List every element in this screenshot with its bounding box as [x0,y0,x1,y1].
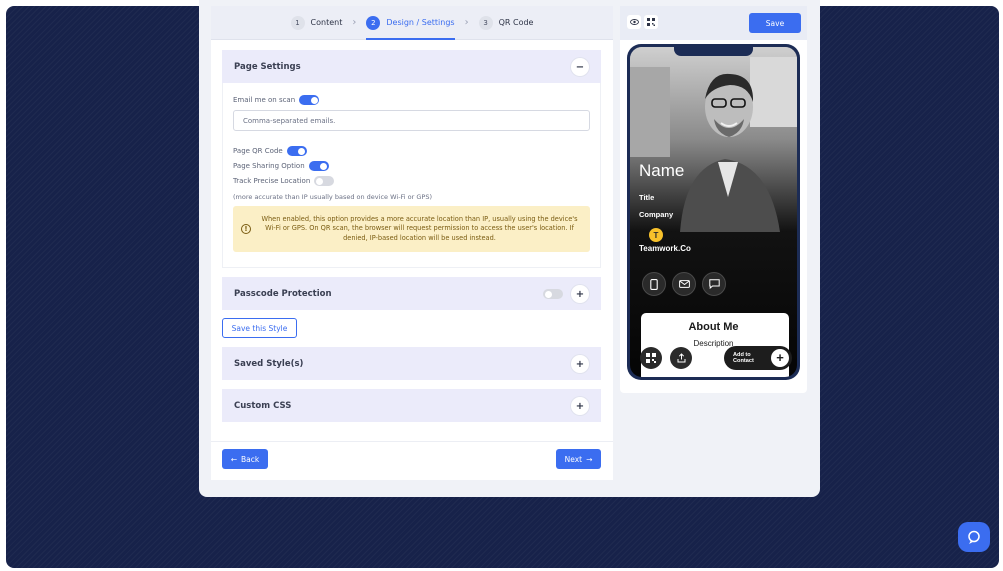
eye-icon[interactable] [627,15,641,29]
phone-notch [674,47,753,56]
profile-photo [630,47,797,232]
add-to-contact-label: Add to Contact [733,352,754,365]
page-sharing-label: Page Sharing Option [233,162,305,170]
info-icon: ! [241,224,251,234]
back-label: Back [241,454,260,464]
save-button[interactable]: Save [749,13,801,33]
phone-preview: Name Title Company T Teamwork.Co About M… [627,44,800,380]
chat-support-button[interactable] [958,522,990,552]
save-style-button[interactable]: Save this Style [222,318,297,338]
step-content[interactable]: 1 Content [290,6,343,40]
step-qr-code[interactable]: 3 QR Code [478,6,534,40]
location-alert: ! When enabled, this option provides a m… [233,206,590,252]
page-qr-code-toggle[interactable] [286,146,307,156]
alert-text: When enabled, this option provides a mor… [261,214,578,242]
preview-brand: Teamwork.Co [639,244,691,253]
page-sharing-toggle[interactable] [308,161,329,171]
page-settings-header[interactable]: Page Settings − [222,50,601,83]
page-sharing-row: Page Sharing Option [233,161,329,171]
next-label: Next [564,454,583,464]
qr-code-icon[interactable] [644,15,658,29]
stepper: 1 Content › 2 Design / Settings › 3 QR C… [211,6,613,40]
back-button[interactable]: ← Back [222,449,268,469]
email-me-on-scan-label: Email me on scan [233,96,296,104]
email-me-on-scan-row: Email me on scan [233,95,320,105]
saved-styles-header[interactable]: Saved Style(s) + [222,347,601,380]
passcode-header[interactable]: Passcode Protection + [222,277,601,310]
mail-icon[interactable] [672,272,696,296]
add-to-contact-line2: Contact [733,358,754,364]
section-title: Custom CSS [234,400,292,411]
share-icon[interactable] [670,347,692,369]
expand-button[interactable]: + [571,355,589,373]
next-button[interactable]: Next → [556,449,601,469]
qr-code-icon[interactable] [640,347,662,369]
expand-button[interactable]: + [571,397,589,415]
step-label: Content [310,18,343,27]
page-qr-code-label: Page QR Code [233,147,283,155]
preview-name: Name [639,161,685,180]
arrow-left-icon: ← [230,454,238,464]
phone-icon[interactable] [642,272,666,296]
message-icon[interactable] [702,272,726,296]
footer-divider [211,441,613,442]
chevron-right-icon: › [352,17,357,28]
step-number: 2 [366,15,381,30]
passcode-toggle[interactable] [543,289,563,299]
track-location-note: (more accurate than IP usually based on … [233,193,433,201]
track-location-label: Track Precise Location [233,177,311,185]
collapse-button[interactable]: − [571,58,589,76]
step-label: Design / Settings [386,18,455,27]
section-title: Saved Style(s) [234,358,304,369]
emails-input[interactable] [233,110,590,131]
expand-button[interactable]: + [571,285,589,303]
phone-screen: Name Title Company T Teamwork.Co About M… [630,47,797,377]
step-design-settings[interactable]: 2 Design / Settings [366,6,455,40]
add-to-contact-button[interactable]: Add to Contact + [724,346,792,370]
about-title: About Me [688,321,739,333]
preview-title: Title [639,193,655,202]
section-title: Page Settings [234,61,301,72]
step-label: QR Code [498,18,534,27]
track-location-row: Track Precise Location [233,176,335,186]
custom-css-header[interactable]: Custom CSS + [222,389,601,422]
section-title: Passcode Protection [234,288,332,299]
email-me-on-scan-toggle[interactable] [299,95,320,105]
plus-icon: + [771,349,789,367]
chevron-right-icon: › [464,17,469,28]
company-logo: T [649,228,663,242]
arrow-right-icon: → [586,454,593,464]
page-qr-code-row: Page QR Code [233,146,307,156]
track-location-toggle[interactable] [314,176,335,186]
step-number: 3 [478,15,493,30]
step-number: 1 [290,15,305,30]
chat-bubble-icon [968,530,980,544]
preview-company: Company [639,210,674,219]
